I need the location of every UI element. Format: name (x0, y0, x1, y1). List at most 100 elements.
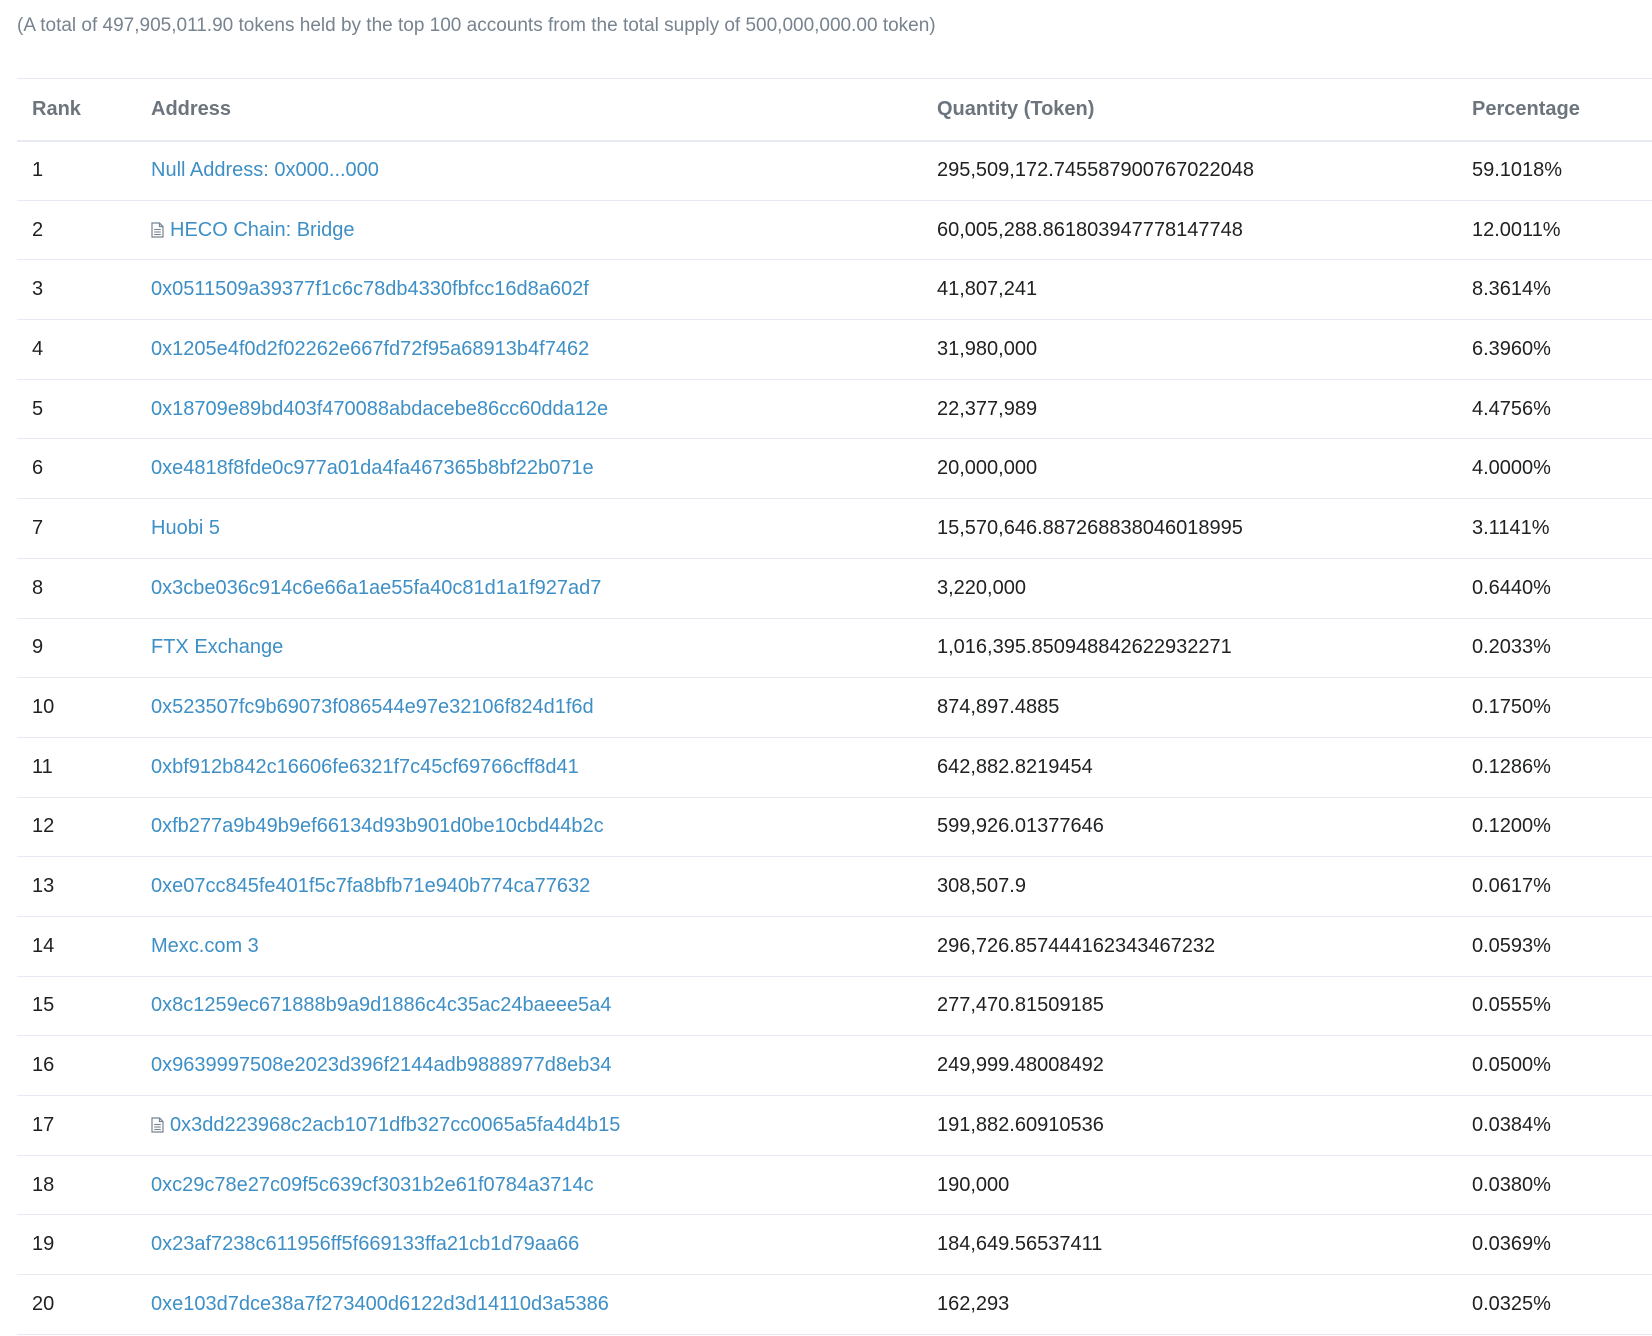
address-cell: 0xe4818f8fde0c977a01da4fa467365b8bf22b07… (151, 439, 937, 499)
table-row: 9 FTX Exchange 1,016,395.85094884262293227… (17, 618, 1652, 678)
quantity-cell: 190,000 (937, 1173, 1010, 1196)
address-header: Address (151, 97, 232, 120)
percentage-cell: 0.1200% (1472, 815, 1551, 838)
quantity-cell: 15,570,646.887268838046018995 (937, 516, 1243, 539)
quantity-header: Quantity (Token) (937, 97, 1095, 120)
address-link[interactable]: 0xc29c78e27c09f5c639cf3031b2e61f0784a371… (151, 1174, 594, 1196)
rank-cell: 7 (32, 516, 44, 539)
table-row: 5 0x18709e89bd403f470088abdacebe86cc60dda… (17, 379, 1652, 439)
quantity-cell: 296,726.857444162343467232 (937, 934, 1216, 957)
address-link[interactable]: HECO Chain: Bridge (170, 219, 355, 241)
table-row: 1 Null Address: 0x000...000 295,509,172.74… (17, 141, 1652, 201)
address-link[interactable]: 0x0511509a39377f1c6c78db4330fbfcc16d8a60… (151, 278, 589, 300)
quantity-cell: 3,220,000 (937, 576, 1026, 599)
address-link[interactable]: Huobi 5 (151, 517, 220, 539)
holders-summary: (A total of 497,905,011.90 tokens held b… (17, 15, 936, 36)
percentage-cell: 0.0500% (1472, 1054, 1551, 1077)
contract-file-icon (151, 1117, 164, 1133)
address-cell: 0x8c1259ec671888b9a9d1886c4c35ac24baeee5… (151, 976, 937, 1036)
rank-cell: 13 (32, 875, 55, 898)
table-header: Rank Address Quantity (Token) Percentage (17, 78, 1652, 141)
percentage-cell: 0.6440% (1472, 576, 1551, 599)
percentage-cell: 0.1286% (1472, 755, 1551, 778)
rank-header: Rank (32, 97, 81, 120)
address-link[interactable]: 0xe103d7dce38a7f273400d6122d3d14110d3a53… (151, 1293, 609, 1315)
address-cell: 0xe103d7dce38a7f273400d6122d3d14110d3a53… (151, 1275, 937, 1335)
address-link[interactable]: Mexc.com 3 (151, 935, 259, 957)
percentage-cell: 0.2033% (1472, 636, 1551, 659)
table-row: 19 0x23af7238c611956ff5f669133ffa21cb1d79… (17, 1215, 1652, 1275)
table-row: 16 0x9639997508e2023d396f2144adb9888977d8… (17, 1036, 1652, 1096)
table-row: 13 0xe07cc845fe401f5c7fa8bfb71e940b774ca7… (17, 857, 1652, 917)
address-cell: 0x18709e89bd403f470088abdacebe86cc60dda1… (151, 379, 937, 439)
address-link[interactable]: 0x9639997508e2023d396f2144adb9888977d8eb… (151, 1054, 611, 1076)
rank-cell: 19 (32, 1233, 55, 1256)
rank-cell: 16 (32, 1054, 55, 1077)
rank-cell: 12 (32, 815, 55, 838)
percentage-cell: 0.0617% (1472, 875, 1551, 898)
quantity-cell: 191,882.60910536 (937, 1113, 1104, 1136)
percentage-cell: 0.0369% (1472, 1233, 1551, 1256)
rank-cell: 18 (32, 1173, 55, 1196)
rank-cell: 3 (32, 278, 44, 301)
rank-cell: 4 (32, 337, 44, 360)
quantity-cell: 642,882.8219454 (937, 755, 1093, 778)
table-row: 3 0x0511509a39377f1c6c78db4330fbfcc16d8a6… (17, 260, 1652, 320)
quantity-cell: 1,016,395.850948842622932271 (937, 636, 1232, 659)
address-link[interactable]: 0xbf912b842c16606fe6321f7c45cf69766cff8d… (151, 756, 579, 778)
percentage-cell: 0.0555% (1472, 994, 1551, 1017)
table-row: 15 0x8c1259ec671888b9a9d1886c4c35ac24baee… (17, 976, 1652, 1036)
address-link[interactable]: 0x8c1259ec671888b9a9d1886c4c35ac24baeee5… (151, 994, 611, 1016)
address-cell: 0x3cbe036c914c6e66a1ae55fa40c81d1a1f927a… (151, 558, 937, 618)
percentage-cell: 0.0325% (1472, 1292, 1551, 1315)
address-link[interactable]: 0x1205e4f0d2f02262e667fd72f95a68913b4f74… (151, 338, 589, 360)
quantity-cell: 184,649.56537411 (937, 1233, 1103, 1256)
address-cell: 0xe07cc845fe401f5c7fa8bfb71e940b774ca776… (151, 857, 937, 917)
address-cell: 0x0511509a39377f1c6c78db4330fbfcc16d8a60… (151, 260, 937, 320)
rank-cell: 5 (32, 397, 44, 420)
table-row: 11 0xbf912b842c16606fe6321f7c45cf69766cff… (17, 737, 1652, 798)
address-link[interactable]: 0x523507fc9b69073f086544e97e32106f824d1f… (151, 696, 594, 718)
address-cell: Mexc.com 3 (151, 916, 937, 976)
quantity-cell: 295,509,172.745587900767022048 (937, 159, 1254, 182)
address-link[interactable]: 0xe07cc845fe401f5c7fa8bfb71e940b774ca776… (151, 875, 590, 897)
quantity-cell: 22,377,989 (937, 397, 1038, 420)
rank-cell: 20 (32, 1292, 55, 1315)
address-link[interactable]: 0xe4818f8fde0c977a01da4fa467365b8bf22b07… (151, 457, 594, 479)
percentage-cell: 0.1750% (1472, 696, 1551, 719)
address-link[interactable]: 0x23af7238c611956ff5f669133ffa21cb1d79aa… (151, 1233, 579, 1255)
percentage-cell: 59.1018% (1472, 159, 1563, 182)
quantity-cell: 277,470.81509185 (937, 994, 1104, 1017)
address-cell: 0x1205e4f0d2f02262e667fd72f95a68913b4f74… (151, 320, 937, 380)
address-cell: FTX Exchange (151, 618, 937, 678)
address-cell: Null Address: 0x000...000 (151, 141, 937, 201)
percentage-cell: 0.0384% (1472, 1113, 1551, 1136)
quantity-cell: 20,000,000 (937, 457, 1038, 480)
address-cell: 0x23af7238c611956ff5f669133ffa21cb1d79aa… (151, 1215, 937, 1275)
percentage-cell: 12.0011% (1472, 218, 1561, 241)
address-link[interactable]: 0xfb277a9b49b9ef66134d93b901d0be10cbd44b… (151, 815, 604, 837)
quantity-cell: 249,999.48008492 (937, 1054, 1104, 1077)
percentage-cell: 0.0380% (1472, 1173, 1551, 1196)
address-cell: 0xfb277a9b49b9ef66134d93b901d0be10cbd44b… (151, 797, 937, 857)
address-link[interactable]: 0x3dd223968c2acb1071dfb327cc0065a5fa4d4b… (170, 1114, 620, 1136)
rank-cell: 1 (32, 159, 44, 182)
rank-cell: 8 (32, 576, 44, 599)
rank-cell: 2 (32, 218, 44, 241)
quantity-cell: 308,507.9 (937, 875, 1026, 898)
quantity-cell: 41,807,241 (937, 278, 1038, 301)
address-cell: 0xc29c78e27c09f5c639cf3031b2e61f0784a371… (151, 1155, 937, 1215)
address-cell: 0x523507fc9b69073f086544e97e32106f824d1f… (151, 678, 937, 738)
address-link[interactable]: FTX Exchange (151, 636, 283, 658)
address-link[interactable]: 0x18709e89bd403f470088abdacebe86cc60dda1… (151, 398, 608, 420)
table-row: 12 0xfb277a9b49b9ef66134d93b901d0be10cbd4… (17, 797, 1652, 857)
rank-cell: 14 (32, 934, 55, 957)
address-link[interactable]: 0x3cbe036c914c6e66a1ae55fa40c81d1a1f927a… (151, 577, 601, 599)
address-link[interactable]: Null Address: 0x000...000 (151, 159, 379, 181)
rank-cell: 10 (32, 696, 55, 719)
table-row: 10 0x523507fc9b69073f086544e97e32106f824d… (17, 678, 1652, 738)
table-row: 8 0x3cbe036c914c6e66a1ae55fa40c81d1a1f927… (17, 558, 1652, 618)
contract-file-icon (151, 221, 164, 238)
table-row: 2 HECO Chain: Bridge 60,005,288.8618039477… (17, 200, 1652, 260)
quantity-cell: 599,926.01377646 (937, 815, 1104, 838)
